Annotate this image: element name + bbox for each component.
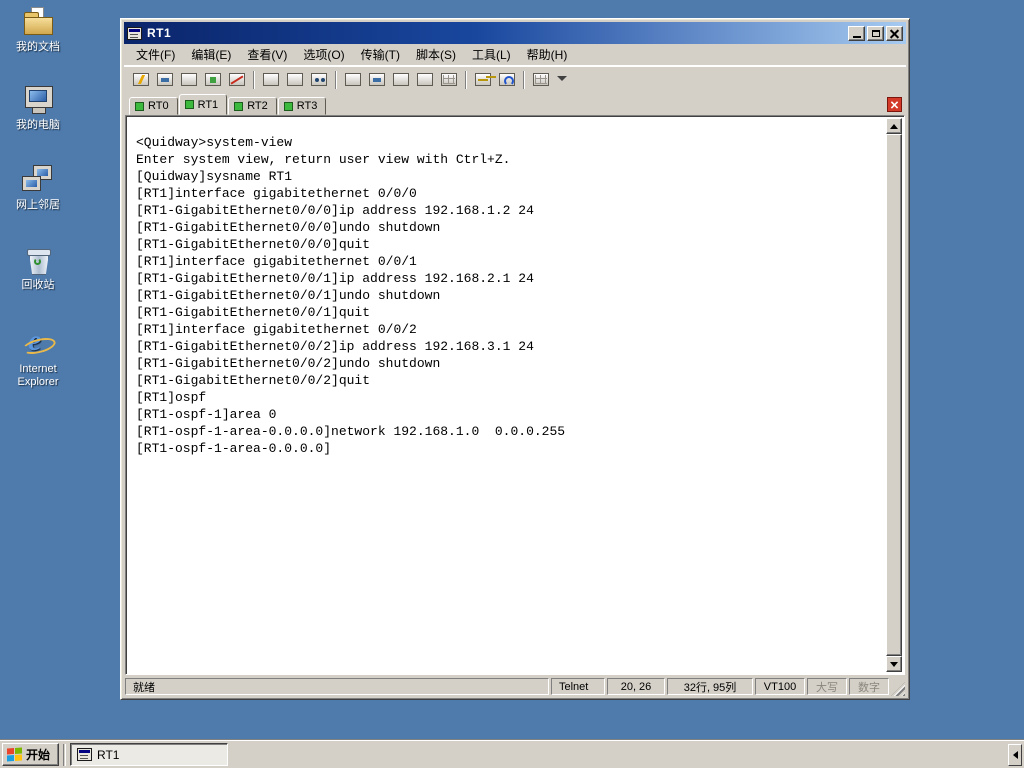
taskbar-divider	[63, 743, 67, 766]
maximize-button[interactable]	[867, 25, 884, 41]
tab-label: RT1	[197, 98, 219, 111]
resize-grip[interactable]	[891, 682, 905, 696]
session-connected-icon	[234, 101, 244, 111]
scrollbar-up-button[interactable]	[886, 118, 902, 134]
clone-session-icon[interactable]	[177, 68, 201, 91]
desktop-icon-my-documents[interactable]: 我的文档	[0, 6, 76, 54]
toolbar-overflow-icon[interactable]	[557, 76, 567, 83]
task-label: RT1	[97, 747, 120, 762]
desktop-icon-my-computer[interactable]: 我的电脑	[0, 84, 76, 132]
internet-explorer-icon	[21, 324, 55, 360]
status-cursor-position: 20, 26	[607, 678, 665, 695]
desktop-icon-internet-explorer[interactable]: Internet Explorer	[0, 324, 76, 389]
menu-help[interactable]: 帮助(H)	[519, 44, 576, 65]
tab-rt0[interactable]: RT0	[129, 97, 178, 115]
status-emulation: VT100	[755, 678, 805, 695]
disconnect-icon[interactable]	[225, 68, 249, 91]
session-options-icon[interactable]	[437, 68, 461, 91]
file-transfer-icon[interactable]	[365, 68, 389, 91]
menu-options[interactable]: 选项(O)	[295, 44, 352, 65]
start-button[interactable]: 开始	[2, 743, 60, 766]
status-ready: 就绪	[125, 678, 549, 695]
toolbar	[124, 65, 906, 93]
my-documents-icon	[21, 6, 55, 38]
menu-script[interactable]: 脚本(S)	[408, 44, 464, 65]
key-agent-icon[interactable]	[471, 68, 495, 91]
desktop-icon-label: Internet Explorer	[17, 363, 59, 388]
terminal-window: RT1 文件(F) 编辑(E) 查看(V) 选项(O) 传输(T) 脚本(S) …	[120, 18, 910, 700]
desktop-icon-label: 回收站	[21, 279, 55, 291]
tab-rt3[interactable]: RT3	[277, 97, 327, 115]
find-icon[interactable]	[307, 68, 331, 91]
session-tab-bar: RT0 RT1 RT2 RT3	[124, 93, 906, 115]
desktop-icon-label: 我的文档	[16, 41, 60, 53]
tab-rt2[interactable]: RT2	[228, 97, 277, 115]
tray-collapse-button[interactable]	[1008, 743, 1022, 766]
window-title: RT1	[147, 26, 172, 40]
paste-icon[interactable]	[283, 68, 307, 91]
desktop-icon-label: 我的电脑	[16, 119, 60, 131]
terminal-area: <Quidway>system-view Enter system view, …	[125, 115, 905, 675]
status-protocol: Telnet	[551, 678, 605, 695]
desktop-icon-label: 网上邻居	[16, 199, 60, 211]
print-icon[interactable]	[341, 68, 365, 91]
terminal-app-icon	[77, 748, 93, 761]
menu-view[interactable]: 查看(V)	[239, 44, 295, 65]
scrollbar-track[interactable]	[886, 118, 902, 672]
close-button[interactable]	[886, 25, 903, 41]
network-places-icon	[21, 164, 55, 196]
minimize-button[interactable]	[848, 25, 865, 41]
scrollbar-down-button[interactable]	[886, 656, 902, 672]
start-label: 开始	[26, 748, 51, 762]
arrow-down-icon	[890, 661, 898, 667]
desktop-icon-network-places[interactable]: 网上邻居	[0, 164, 76, 212]
close-tab-button[interactable]	[887, 97, 902, 112]
status-bar: 就绪 Telnet 20, 26 32行, 95列 VT100 大写 数字	[124, 675, 906, 696]
copy-icon[interactable]	[259, 68, 283, 91]
session-connected-icon	[184, 100, 194, 109]
taskbar: 开始 RT1	[0, 740, 1024, 768]
menu-tools[interactable]: 工具(L)	[464, 44, 519, 65]
arrow-up-icon	[890, 123, 898, 129]
toolbar-separator	[253, 70, 255, 89]
toolbar-separator	[465, 70, 467, 89]
toolbar-separator	[523, 70, 525, 89]
tab-label: RT3	[296, 100, 318, 112]
session-connected-icon	[135, 101, 144, 111]
terminal-output[interactable]: <Quidway>system-view Enter system view, …	[128, 118, 885, 672]
status-terminal-size: 32行, 95列	[667, 678, 753, 695]
receive-file-icon[interactable]	[413, 68, 437, 91]
tab-rt1[interactable]: RT1	[178, 94, 228, 115]
session-connected-icon	[283, 101, 293, 111]
reconnect-icon[interactable]	[201, 68, 225, 91]
tab-label: RT0	[148, 100, 169, 112]
cascade-windows-icon[interactable]	[529, 68, 553, 91]
connect-icon[interactable]	[153, 68, 177, 91]
toolbar-separator	[335, 70, 337, 89]
menu-bar: 文件(F) 编辑(E) 查看(V) 选项(O) 传输(T) 脚本(S) 工具(L…	[124, 44, 906, 65]
recycle-bin-icon	[21, 244, 55, 276]
menu-transfer[interactable]: 传输(T)	[353, 44, 408, 65]
tab-label: RT2	[247, 100, 268, 112]
desktop: 我的文档 我的电脑 网上邻居 回收站 Internet Explorer RT1…	[0, 0, 1024, 768]
menu-edit[interactable]: 编辑(E)	[183, 44, 239, 65]
send-file-icon[interactable]	[389, 68, 413, 91]
desktop-icon-recycle-bin[interactable]: 回收站	[0, 244, 76, 292]
quick-connect-icon[interactable]	[129, 68, 153, 91]
help-icon[interactable]	[495, 68, 519, 91]
status-caps-lock: 大写	[807, 678, 847, 695]
window-titlebar[interactable]: RT1	[124, 22, 906, 44]
terminal-app-icon	[127, 26, 142, 40]
windows-logo-icon	[7, 747, 22, 762]
taskbar-task-rt1[interactable]: RT1	[70, 743, 229, 766]
menu-file[interactable]: 文件(F)	[128, 44, 183, 65]
scrollbar-thumb[interactable]	[886, 134, 902, 656]
arrow-left-icon	[1012, 750, 1018, 759]
my-computer-icon	[21, 84, 55, 116]
status-num-lock: 数字	[849, 678, 889, 695]
